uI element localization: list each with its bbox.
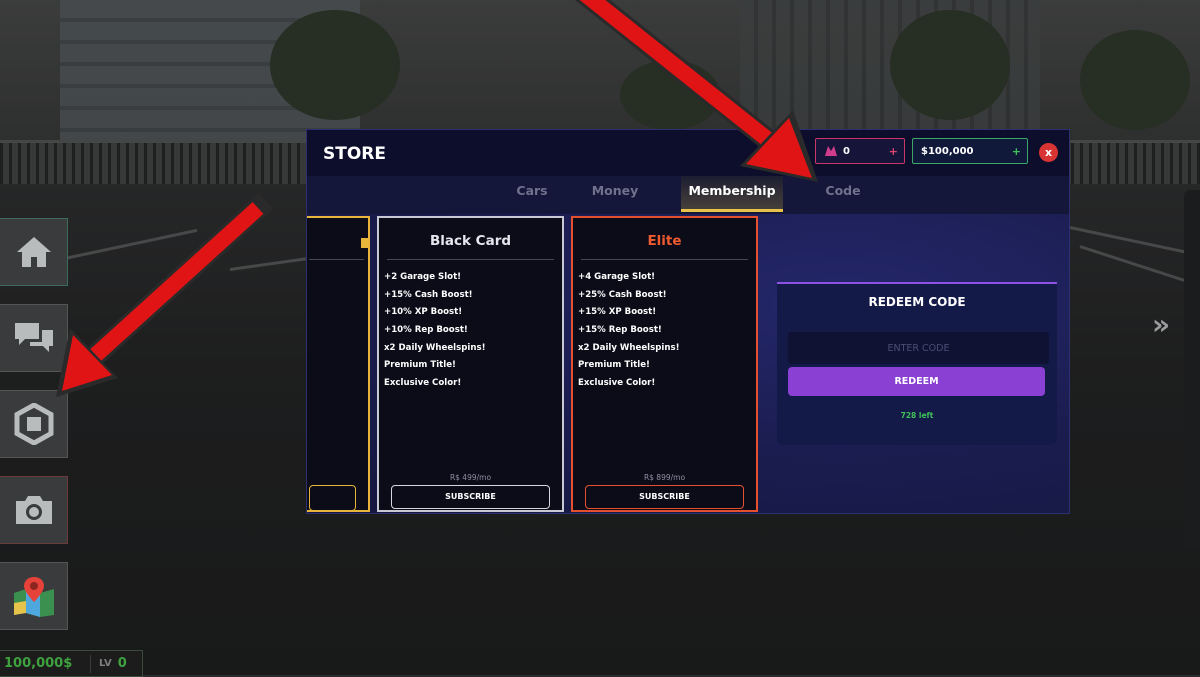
camera-button[interactable] xyxy=(0,476,68,544)
perk-item: +15% XP Boost! xyxy=(578,307,657,318)
level-value: 0 xyxy=(117,656,127,671)
perk-item: Premium Title! xyxy=(384,360,456,371)
chat-button[interactable] xyxy=(0,304,68,372)
code-input[interactable] xyxy=(788,332,1049,364)
chat-icon xyxy=(14,323,53,352)
map-icon xyxy=(13,577,54,617)
cash-amount: $100,000 xyxy=(921,145,974,157)
redeem-button[interactable]: REDEEM xyxy=(788,367,1045,396)
tab-code[interactable]: Code xyxy=(809,176,877,209)
robux-amount: 0 xyxy=(843,145,850,157)
home-button[interactable] xyxy=(0,218,68,286)
perk-item: x2 Daily Wheelspins! xyxy=(578,342,680,353)
perk-item: +15% Cash Boost! xyxy=(384,289,473,300)
redeem-code-panel: REDEEM CODE REDEEM 728 left xyxy=(777,282,1057,445)
perk-item: Premium Title! xyxy=(578,360,650,371)
gold-card-partial xyxy=(307,216,370,512)
card-divider xyxy=(581,259,748,260)
level-label: LV xyxy=(99,658,112,669)
redeem-title: REDEEM CODE xyxy=(868,295,966,309)
robux-icon xyxy=(825,146,837,156)
perk-item: +25% Cash Boost! xyxy=(578,289,667,300)
perk-item: Exclusive Color! xyxy=(578,378,656,389)
card-title: Elite xyxy=(647,233,682,249)
store-title: STORE xyxy=(323,144,386,164)
perk-item: +15% Rep Boost! xyxy=(578,325,662,336)
perk-item: Exclusive Color! xyxy=(384,378,462,389)
home-icon xyxy=(16,237,51,267)
store-tabs: Cars Money Membership Code xyxy=(307,176,1069,212)
card-title: Black Card xyxy=(429,233,512,249)
gold-card-title-fragment xyxy=(361,238,369,248)
map-button[interactable] xyxy=(0,562,68,630)
right-side-panel xyxy=(1184,190,1200,550)
tab-cars[interactable]: Cars xyxy=(497,176,567,209)
codes-remaining: 728 left xyxy=(900,411,934,420)
store-header: STORE 0 + $100,000 + x xyxy=(307,130,1069,176)
store-modal: STORE 0 + $100,000 + x Cars Money Member… xyxy=(306,129,1070,514)
subscribe-button[interactable]: SUBSCRIBE xyxy=(391,485,550,509)
tab-membership[interactable]: Membership xyxy=(681,176,783,212)
membership-card-elite: Elite +4 Garage Slot! +25% Cash Boost! +… xyxy=(571,216,758,512)
expand-panel-icon[interactable]: » xyxy=(1152,308,1170,341)
add-cash-button[interactable]: + xyxy=(1012,145,1021,158)
card-divider xyxy=(387,259,554,260)
perk-list: +4 Garage Slot! +25% Cash Boost! +15% XP… xyxy=(578,269,680,393)
perk-item: +2 Garage Slot! xyxy=(384,272,462,282)
gold-subscribe-button[interactable] xyxy=(309,485,356,511)
perk-item: +10% Rep Boost! xyxy=(384,325,468,336)
perk-item: x2 Daily Wheelspins! xyxy=(384,342,486,353)
camera-icon xyxy=(15,496,52,524)
close-button[interactable]: x xyxy=(1039,143,1058,162)
add-robux-button[interactable]: + xyxy=(889,145,898,158)
money-amount: 100,000$ xyxy=(4,656,73,671)
perk-list: +2 Garage Slot! +15% Cash Boost! +10% XP… xyxy=(384,269,486,393)
membership-card-black: Black Card +2 Garage Slot! +15% Cash Boo… xyxy=(377,216,564,512)
subscribe-button[interactable]: SUBSCRIBE xyxy=(585,485,744,509)
card-price: R$ 499/mo xyxy=(449,473,492,482)
perk-item: +10% XP Boost! xyxy=(384,307,463,318)
card-price: R$ 899/mo xyxy=(643,473,686,482)
robux-balance[interactable]: 0 + xyxy=(815,138,905,164)
store-button[interactable] xyxy=(0,390,68,458)
tab-money[interactable]: Money xyxy=(577,176,653,209)
money-level-bar: 100,000$ LV 0 xyxy=(0,650,143,677)
card-divider xyxy=(309,259,364,260)
store-content: Black Card +2 Garage Slot! +15% Cash Boo… xyxy=(307,214,1069,513)
perk-item: +4 Garage Slot! xyxy=(578,272,656,282)
store-hexagon-icon xyxy=(14,403,53,445)
cash-balance[interactable]: $100,000 + xyxy=(912,138,1028,164)
